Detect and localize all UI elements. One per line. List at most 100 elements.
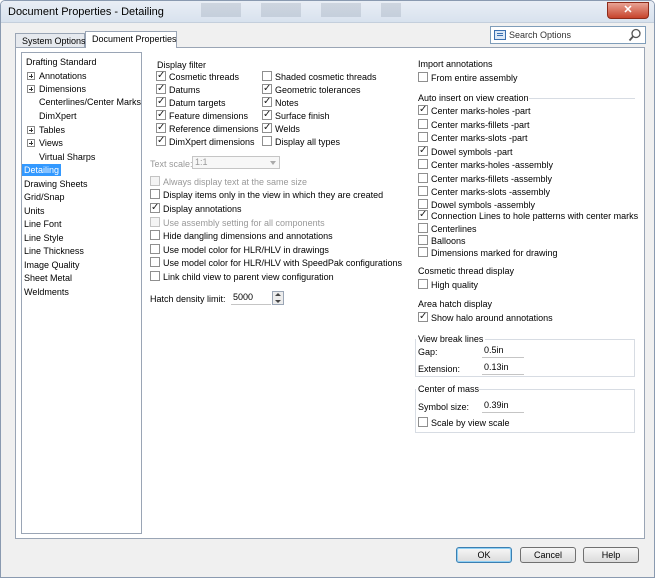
checkbox-dowel-part[interactable] <box>418 145 428 156</box>
tree-item-units[interactable]: Units <box>22 205 47 217</box>
tree-item-dimensions[interactable]: Dimensions <box>37 83 88 95</box>
checkbox-welds[interactable] <box>262 122 272 133</box>
checkbox-cm-slots-assembly[interactable] <box>418 186 428 196</box>
label-shaded-cosmetic-threads: Shaded cosmetic threads <box>275 72 377 82</box>
checkbox-centerlines[interactable] <box>418 223 428 233</box>
tab-system-options[interactable]: System Options <box>15 33 86 48</box>
checkbox-cm-fillets-assembly[interactable] <box>418 173 428 183</box>
tree-item-centerlines[interactable]: Centerlines/Center Marks <box>37 96 141 108</box>
label-show-halo: Show halo around annotations <box>431 313 553 323</box>
tree-item-image-quality[interactable]: Image Quality <box>22 259 82 271</box>
checkbox-hide-dangling[interactable] <box>150 230 160 240</box>
hatch-density-spinner-icon[interactable] <box>272 291 284 305</box>
tree-item-dimxpert[interactable]: DimXpert <box>37 110 79 122</box>
checkbox-geometric-tolerances[interactable] <box>262 83 272 94</box>
checkbox-cosmetic-threads[interactable] <box>156 70 166 81</box>
checkbox-connection-lines[interactable] <box>418 209 428 220</box>
checkbox-dowel-assembly[interactable] <box>418 199 428 209</box>
checkbox-dimensions-marked[interactable] <box>418 247 428 257</box>
checkbox-model-color-speedpak[interactable] <box>150 257 160 267</box>
checkbox-show-halo[interactable] <box>418 311 428 322</box>
checkbox-dimxpert-dimensions[interactable] <box>156 135 166 146</box>
checkbox-datums[interactable] <box>156 83 166 94</box>
checkbox-high-quality[interactable] <box>418 279 428 289</box>
search-box[interactable]: Search Options <box>490 26 646 44</box>
checkbox-display-annotations[interactable] <box>150 202 160 213</box>
checkbox-notes[interactable] <box>262 96 272 107</box>
help-button[interactable]: Help <box>583 547 639 563</box>
checkbox-surface-finish[interactable] <box>262 109 272 120</box>
checkbox-link-child-view[interactable] <box>150 271 160 281</box>
label-balloons: Balloons <box>431 236 466 246</box>
checkbox-display-all-types[interactable] <box>262 136 272 146</box>
checkbox-scale-by-view[interactable] <box>418 417 428 427</box>
checkbox-cm-holes-part[interactable] <box>418 104 428 115</box>
label-geometric-tolerances: Geometric tolerances <box>275 85 361 95</box>
title-bar[interactable]: Document Properties - Detailing ✕ <box>1 1 654 23</box>
label-from-entire-assembly: From entire assembly <box>431 73 518 83</box>
label-cm-slots-part: Center marks-slots -part <box>431 133 528 143</box>
tree-item-weldments[interactable]: Weldments <box>22 286 71 298</box>
checkbox-cm-fillets-part[interactable] <box>418 119 428 129</box>
expand-icon[interactable] <box>27 72 35 80</box>
tree-item-tables[interactable]: Tables <box>37 124 67 136</box>
tree-item-line-font[interactable]: Line Font <box>22 218 64 230</box>
ok-button[interactable]: OK <box>456 547 512 563</box>
label-datums: Datums <box>169 85 201 95</box>
tree-item-drafting-standard[interactable]: Drafting Standard <box>24 56 99 68</box>
gap-input[interactable]: 0.5in <box>482 344 524 358</box>
label-same-size-text: Always display text at the same size <box>163 177 308 187</box>
expand-icon[interactable] <box>27 139 35 147</box>
checkbox-cm-slots-part[interactable] <box>418 132 428 142</box>
label-cm-holes-part: Center marks-holes -part <box>431 106 531 116</box>
checkbox-balloons[interactable] <box>418 235 428 245</box>
tab-document-properties[interactable]: Document Properties <box>85 31 177 48</box>
label-cm-fillets-assembly: Center marks-fillets -assembly <box>431 174 553 184</box>
tree-item-grid-snap[interactable]: Grid/Snap <box>22 191 67 203</box>
checkbox-reference-dimensions[interactable] <box>156 122 166 133</box>
checkbox-datum-targets[interactable] <box>156 96 166 107</box>
label-assembly-setting: Use assembly setting for all components <box>163 218 325 228</box>
tree-item-virtual-sharps[interactable]: Virtual Sharps <box>37 151 97 163</box>
symbol-size-value: 0.39in <box>484 400 509 410</box>
symbol-size-input[interactable]: 0.39in <box>482 399 524 413</box>
checkbox-same-size-text <box>150 176 160 186</box>
expand-icon[interactable] <box>27 85 35 93</box>
tree-item-label: Line Style <box>24 233 64 243</box>
label-datum-targets: Datum targets <box>169 98 226 108</box>
search-scope-icon[interactable] <box>494 30 506 40</box>
tree-item-drawing-sheets[interactable]: Drawing Sheets <box>22 178 90 190</box>
hatch-density-value: 5000 <box>233 292 254 302</box>
search-placeholder: Search Options <box>509 30 572 40</box>
tree-item-label: Grid/Snap <box>24 192 65 202</box>
close-button[interactable]: ✕ <box>607 2 649 19</box>
checkbox-feature-dimensions[interactable] <box>156 109 166 120</box>
expand-icon[interactable] <box>27 126 35 134</box>
search-icon[interactable] <box>628 28 642 42</box>
checkbox-shaded-cosmetic-threads[interactable] <box>262 71 272 81</box>
tree-item-line-style[interactable]: Line Style <box>22 232 66 244</box>
text-scale-value: 1:1 <box>195 157 208 167</box>
cosmetic-thread-title: Cosmetic thread display <box>418 266 515 276</box>
hatch-density-label: Hatch density limit: <box>150 294 226 304</box>
tree-item-line-thickness[interactable]: Line Thickness <box>22 245 86 257</box>
checkbox-cm-holes-assembly[interactable] <box>418 159 428 169</box>
tab-label: Document Properties <box>92 34 177 44</box>
extension-input[interactable]: 0.13in <box>482 361 524 375</box>
area-hatch-title: Area hatch display <box>418 299 493 309</box>
title-bar-ghost <box>201 3 401 17</box>
options-tree[interactable]: Drafting Standard Annotations Dimensions… <box>21 52 142 534</box>
tree-item-label: Dimensions <box>39 84 87 94</box>
label-cosmetic-threads: Cosmetic threads <box>169 72 240 82</box>
cancel-button[interactable]: Cancel <box>520 547 576 563</box>
label-welds: Welds <box>275 124 300 134</box>
hatch-density-input[interactable]: 5000 <box>231 291 271 305</box>
tree-item-annotations[interactable]: Annotations <box>37 70 89 82</box>
tree-item-detailing[interactable]: Detailing <box>22 164 62 176</box>
tree-item-views[interactable]: Views <box>37 137 65 149</box>
checkbox-from-entire-assembly[interactable] <box>418 72 428 82</box>
checkbox-model-color-drawings[interactable] <box>150 244 160 254</box>
checkbox-items-in-view[interactable] <box>150 189 160 199</box>
tree-item-label: Annotations <box>39 71 87 81</box>
tree-item-sheet-metal[interactable]: Sheet Metal <box>22 272 74 284</box>
